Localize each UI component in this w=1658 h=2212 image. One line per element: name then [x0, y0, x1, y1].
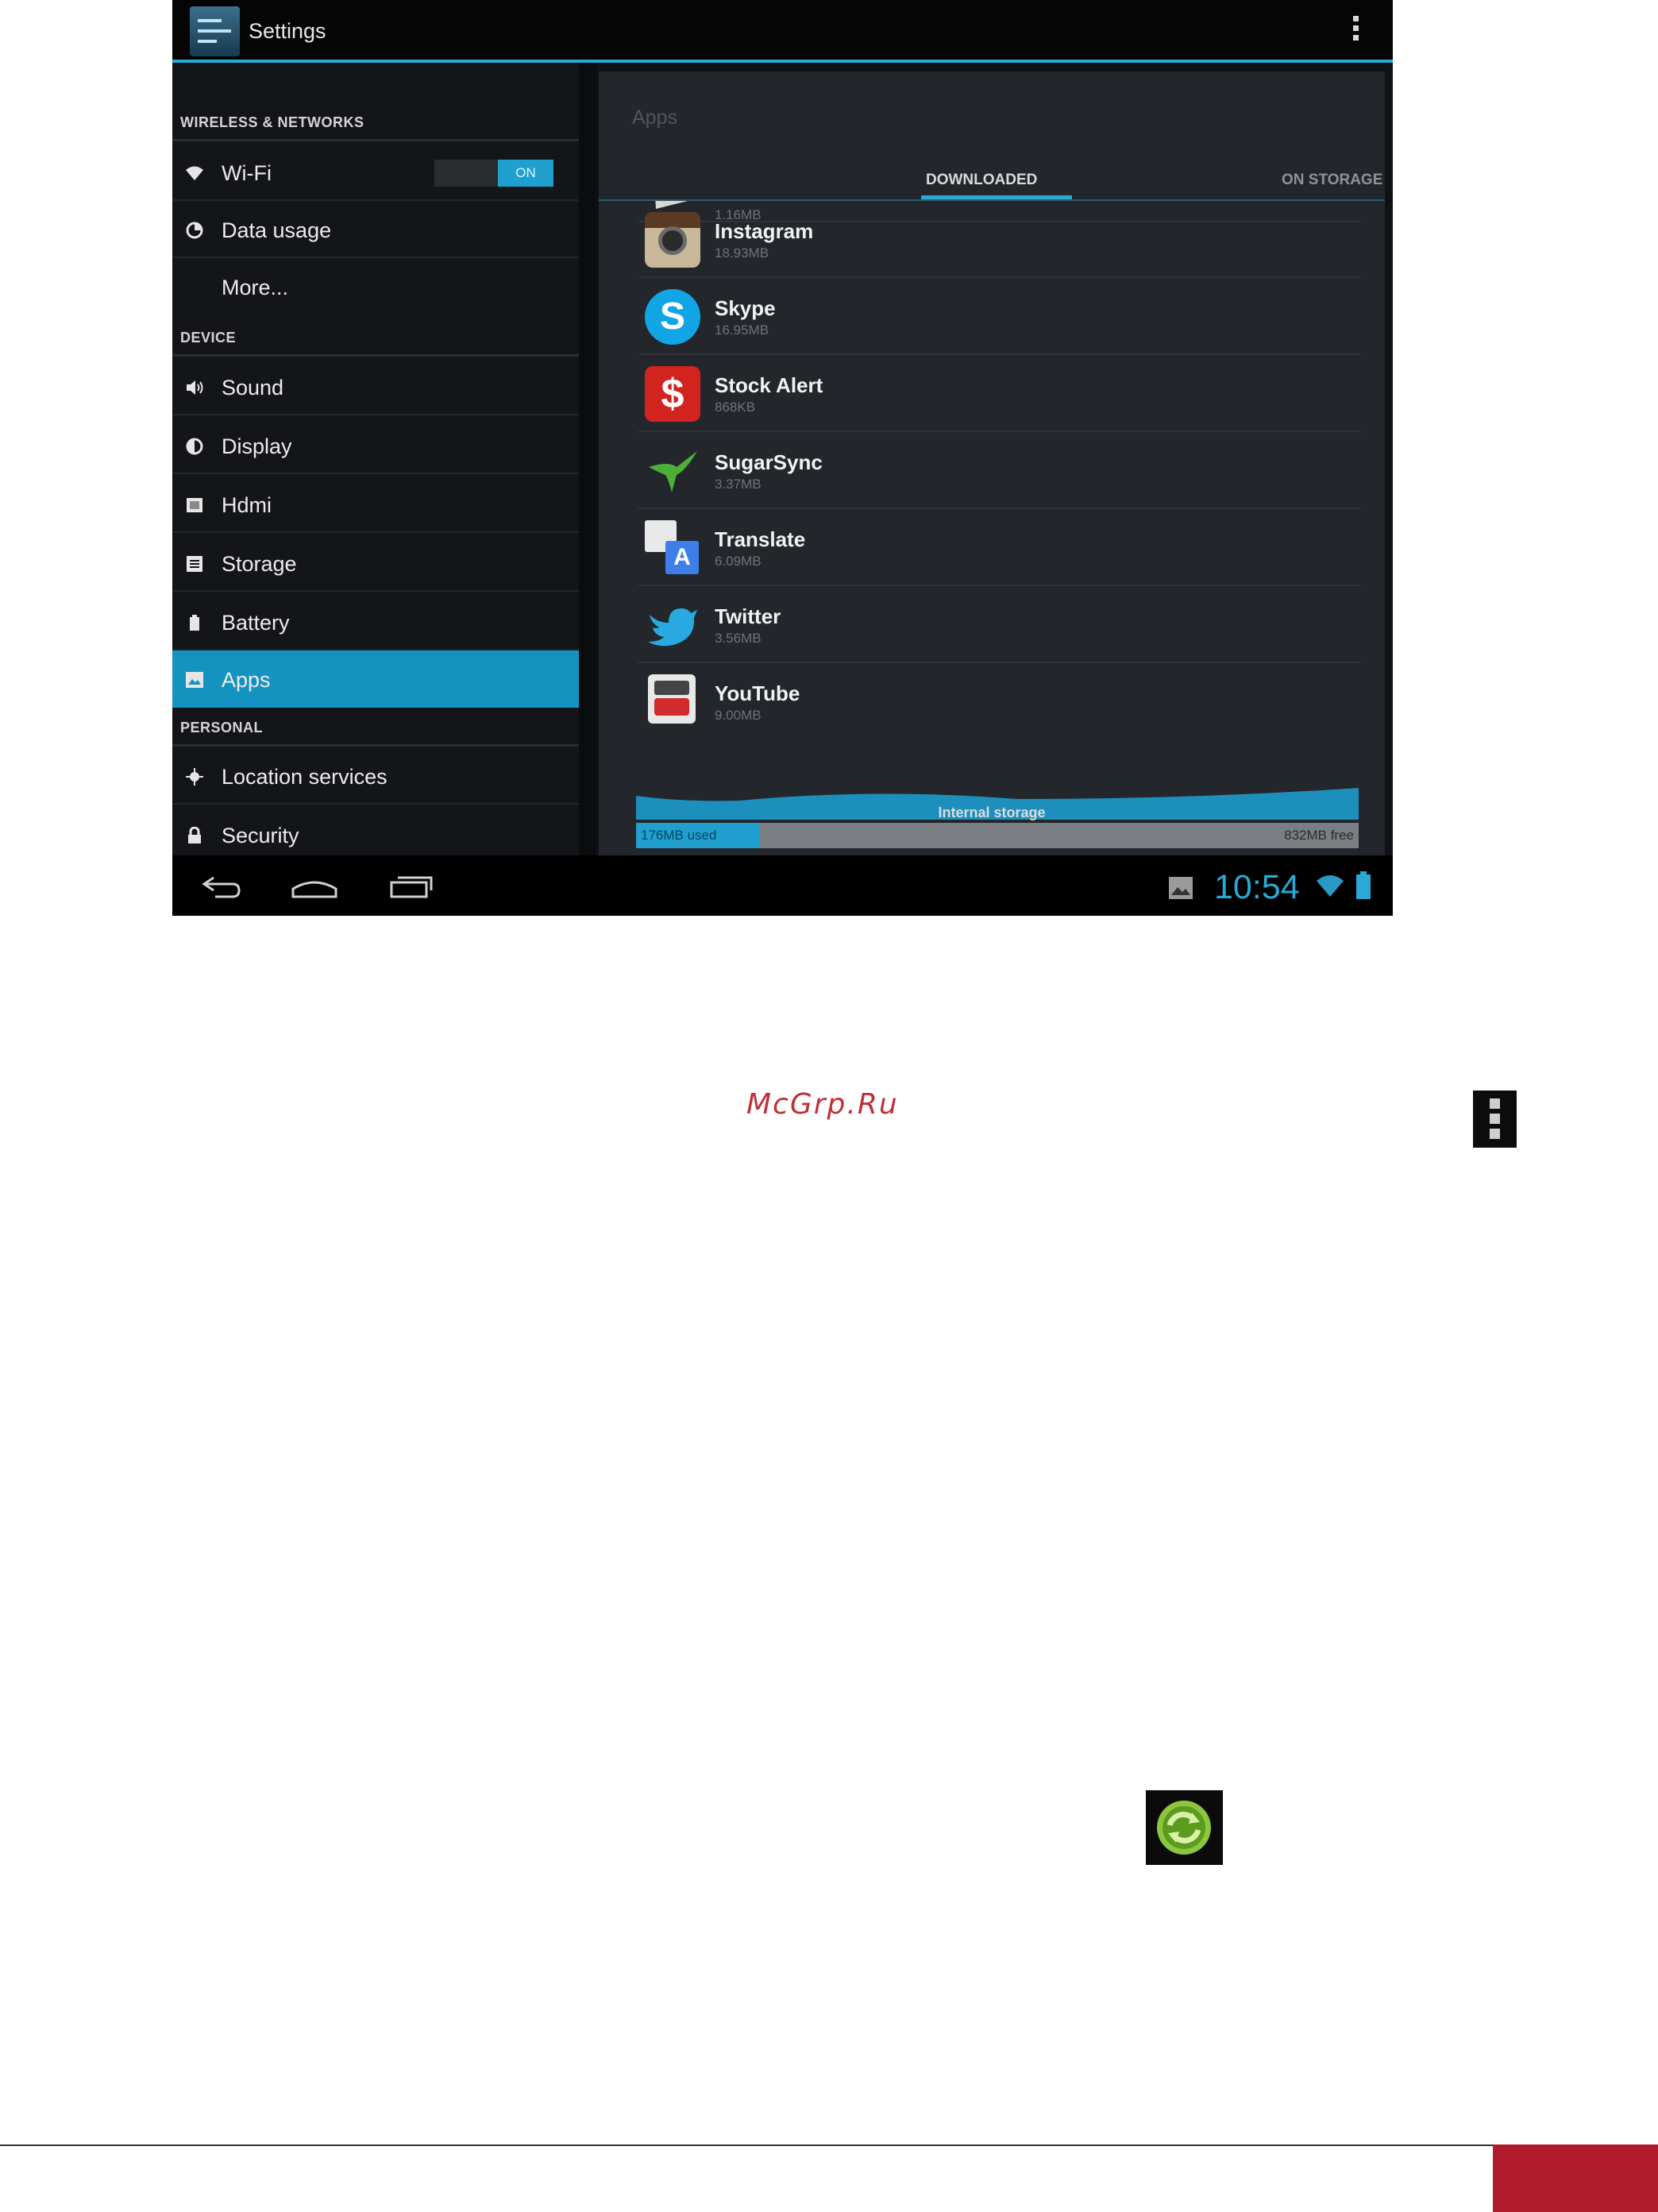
footer-rule [0, 2144, 1493, 2146]
list-item[interactable]: A Translate 6.09MB [638, 509, 1361, 586]
pane-title: Apps [632, 106, 677, 129]
action-bar: Settings [172, 0, 1393, 63]
app-name: Twitter [715, 604, 781, 628]
app-name: SugarSync [715, 450, 823, 474]
nav-item-wifi[interactable]: Wi-Fi ON [172, 144, 579, 201]
nav-item-label: Location services [222, 765, 388, 789]
settings-icon[interactable] [190, 6, 240, 56]
storage-bar: 176MB used 832MB free [636, 823, 1359, 848]
nav-item-more[interactable]: More... [172, 258, 579, 315]
list-item[interactable]: Instagram 18.93MB [638, 201, 1361, 278]
nav-item-label: Wi-Fi [222, 161, 272, 185]
list-item[interactable]: YouTube 9.00MB [638, 663, 1361, 740]
nav-item-label: Security [222, 824, 299, 847]
app-size: 3.37MB [715, 477, 762, 492]
nav-item-hdmi[interactable]: Hdmi [172, 476, 579, 533]
battery-status-icon [1355, 871, 1371, 899]
hdmi-icon [185, 496, 204, 514]
display-icon [185, 438, 204, 455]
app-size: 3.56MB [715, 631, 762, 646]
pane-divider [579, 63, 596, 855]
app-size: 16.95MB [715, 322, 769, 338]
wifi-toggle[interactable]: ON [434, 160, 553, 187]
skype-icon: S [645, 289, 700, 345]
app-name: Instagram [715, 219, 814, 243]
app-title: Settings [249, 19, 326, 43]
nav-item-label: Data usage [222, 218, 332, 242]
sync-icon [1146, 1790, 1223, 1865]
data-usage-icon [185, 222, 204, 239]
wifi-toggle-state: ON [498, 160, 553, 187]
apps-pane: Apps DOWNLOADED ON STORAGE 1.16MB Instag… [599, 71, 1385, 855]
clock: 10:54 [1214, 868, 1300, 906]
app-name: Translate [715, 527, 806, 551]
nav-item-apps[interactable]: Apps [172, 650, 579, 708]
tab-downloaded[interactable]: DOWNLOADED [926, 172, 1037, 189]
wifi-icon [185, 164, 204, 182]
storage-used-text: 176MB used [641, 828, 717, 843]
list-item[interactable]: $ Stock Alert 868KB [638, 355, 1361, 432]
nav-item-label: Hdmi [222, 493, 272, 517]
storage-icon [185, 555, 204, 573]
instagram-icon [645, 212, 700, 268]
nav-item-location[interactable]: Location services [172, 747, 579, 805]
app-size: 6.09MB [715, 554, 762, 569]
location-icon [185, 768, 204, 786]
nav-item-label: Apps [222, 668, 271, 692]
apps-icon [185, 671, 204, 689]
nav-item-display[interactable]: Display [172, 417, 579, 474]
home-icon[interactable] [290, 873, 339, 900]
overflow-menu-icon[interactable] [1348, 16, 1363, 48]
overflow-menu-icon [1473, 1091, 1517, 1148]
nav-item-label: Battery [222, 611, 290, 635]
storage-free-text: 832MB free [1284, 828, 1354, 843]
footer-brand-block [1493, 2144, 1658, 2212]
app-size: 868KB [715, 400, 756, 415]
nav-item-label: Display [222, 434, 292, 458]
battery-icon [185, 614, 204, 631]
stock-alert-icon: $ [645, 366, 700, 422]
back-icon[interactable] [201, 873, 242, 900]
settings-nav: WIRELESS & NETWORKS Wi-Fi ON Data usage … [172, 63, 579, 855]
tab-on-storage[interactable]: ON STORAGE [1282, 172, 1382, 189]
app-size: 9.00MB [715, 708, 762, 723]
section-header-personal: PERSONAL [180, 720, 264, 735]
storage-label: Internal storage [938, 805, 1046, 820]
lock-icon [185, 826, 204, 844]
app-name: Skype [715, 296, 776, 320]
watermark: McGrp.Ru [746, 1088, 899, 1121]
tablet-screenshot: Settings WIRELESS & NETWORKS Wi-Fi ON Da… [172, 0, 1393, 916]
recent-apps-icon[interactable] [388, 873, 434, 900]
system-bar: 10:54 [172, 855, 1393, 916]
translate-icon: A [645, 520, 700, 576]
app-name: Stock Alert [715, 373, 823, 397]
list-item[interactable]: SugarSync 3.37MB [638, 432, 1361, 509]
screenshot-notification-icon [1168, 876, 1193, 903]
app-size: 18.93MB [715, 245, 769, 261]
nav-item-label: More... [222, 276, 289, 299]
app-name: YouTube [715, 681, 800, 705]
sugarsync-icon [645, 443, 700, 499]
nav-item-label: Sound [222, 376, 284, 400]
list-item[interactable]: S Skype 16.95MB [638, 278, 1361, 355]
wifi-signal-icon [1316, 873, 1344, 900]
section-header-device: DEVICE [180, 330, 237, 346]
nav-item-battery[interactable]: Battery [172, 593, 579, 650]
nav-item-storage[interactable]: Storage [172, 535, 579, 592]
twitter-icon [645, 597, 700, 653]
app-list: 1.16MB Instagram 18.93MB S Skype 16.95MB [638, 201, 1361, 836]
nav-item-sound[interactable]: Sound [172, 358, 579, 415]
youtube-icon [648, 674, 696, 724]
sound-icon [185, 379, 204, 396]
list-item[interactable]: Twitter 3.56MB [638, 586, 1361, 663]
section-header-wireless: WIRELESS & NETWORKS [180, 114, 364, 130]
nav-item-data-usage[interactable]: Data usage [172, 201, 579, 258]
nav-item-label: Storage [222, 552, 297, 576]
